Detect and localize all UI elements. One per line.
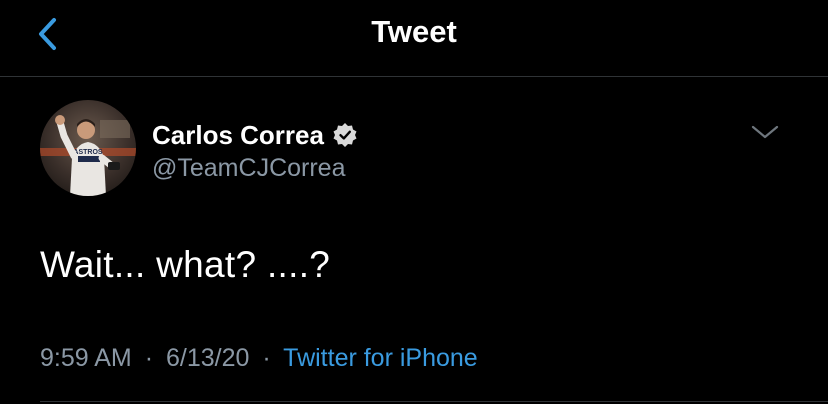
avatar[interactable]: ASTROS (40, 100, 136, 196)
tweet-date: 6/13/20 (165, 344, 250, 372)
tweet-text: Wait... what? ....? (40, 244, 331, 285)
meta-separator: · (144, 344, 154, 372)
author-name-row[interactable]: Carlos Correa (152, 118, 358, 152)
tweet-time: 9:59 AM (40, 344, 132, 372)
meta-separator: · (262, 344, 271, 372)
svg-text:ASTROS: ASTROS (73, 149, 103, 156)
author-name[interactable]: Carlos Correa (152, 120, 324, 151)
author-handle[interactable]: @TeamCJCorrea (152, 154, 345, 183)
avatar-image: ASTROS (40, 100, 136, 196)
nav-bar: Tweet (0, 0, 828, 77)
tweet-header: ASTROS Carlos Correa @TeamCJCorrea (40, 100, 800, 200)
chevron-down-icon (751, 125, 779, 139)
more-options-button[interactable] (750, 122, 780, 142)
page-title: Tweet (371, 14, 457, 49)
verified-badge-icon (333, 123, 357, 147)
tweet-meta: 9:59 AM · 6/13/20 · Twitter for iPhone (40, 344, 478, 373)
tweet-source-link[interactable]: Twitter for iPhone (283, 344, 478, 372)
divider (40, 401, 828, 402)
